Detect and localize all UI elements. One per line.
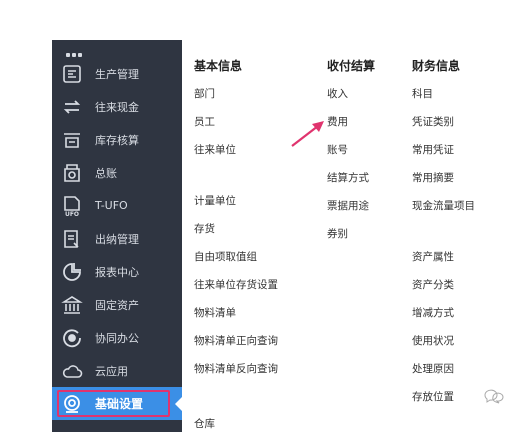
sidebar-item-label: 云应用 xyxy=(95,364,128,378)
menu-item-free-value-group[interactable]: 自由项取值组 xyxy=(194,249,257,264)
watermark-logo-icon xyxy=(484,389,504,404)
transfer-arrows-icon xyxy=(61,96,83,118)
menu-item-cash-flow-item[interactable]: 现金流量项目 xyxy=(412,198,475,213)
sidebar-item-label: 固定资产 xyxy=(95,298,139,312)
menu-item-currency-denomination[interactable]: 券别 xyxy=(327,226,348,241)
bank-building-icon xyxy=(61,294,83,316)
menu-item-common-summary[interactable]: 常用摘要 xyxy=(412,170,454,185)
menu-item-employee[interactable]: 员工 xyxy=(194,114,215,129)
column-heading-settlement: 收付结算 xyxy=(327,59,376,73)
menu-item-storage-location[interactable]: 存放位置 xyxy=(412,389,454,404)
menu-item-income[interactable]: 收入 xyxy=(327,86,348,101)
menu-item-stock-item[interactable]: 存货 xyxy=(194,221,215,236)
sidebar-item-transactions[interactable]: 往来现金 xyxy=(52,90,182,123)
inventory-icon xyxy=(61,129,83,151)
sidebar-item-label: 总账 xyxy=(95,166,117,180)
menu-item-unit-of-measure[interactable]: 计量单位 xyxy=(194,193,236,208)
menu-item-voucher-type[interactable]: 凭证类别 xyxy=(412,114,454,129)
menu-item-bom[interactable]: 物料清单 xyxy=(194,305,236,320)
menu-item-disposal-reason[interactable]: 处理原因 xyxy=(412,361,454,376)
menu-item-asset-attribute[interactable]: 资产属性 xyxy=(412,249,454,264)
sidebar-item-label: 基础设置 xyxy=(95,397,144,411)
svg-text:UFO: UFO xyxy=(65,211,79,217)
menu-item-subject[interactable]: 科目 xyxy=(412,86,433,101)
menu-item-warehouse[interactable]: 仓库 xyxy=(194,416,215,431)
sidebar-nav: 生产管理 往来现金 库存核算 总账 UFO T-UFO 出纳管理 报表中心 固定… xyxy=(52,40,182,432)
ledger-icon xyxy=(61,162,83,184)
menu-item-usage-status[interactable]: 使用状况 xyxy=(412,333,454,348)
sidebar-item-basic-settings[interactable]: 基础设置 xyxy=(52,387,182,420)
sidebar-item-label: 协同办公 xyxy=(95,331,139,345)
menu-item-asset-category[interactable]: 资产分类 xyxy=(412,277,454,292)
sidebar-item-production[interactable]: 生产管理 xyxy=(52,57,182,90)
menu-item-settlement-method[interactable]: 结算方式 xyxy=(327,170,369,185)
production-icon xyxy=(61,63,83,85)
sidebar-item-cloud-apps[interactable]: 云应用 xyxy=(52,354,182,387)
sidebar-item-label: 报表中心 xyxy=(95,265,139,279)
sidebar-item-inventory[interactable]: 库存核算 xyxy=(52,123,182,156)
active-indicator-notch xyxy=(175,397,182,411)
sidebar-item-label: T-UFO xyxy=(95,199,128,212)
annotation-arrow-icon xyxy=(291,121,324,147)
menu-item-department[interactable]: 部门 xyxy=(194,86,215,101)
cloud-icon xyxy=(61,360,83,382)
sidebar-item-label: 生产管理 xyxy=(95,67,139,81)
ufo-report-icon: UFO xyxy=(61,195,83,217)
menu-item-expense[interactable]: 费用 xyxy=(327,114,348,129)
settings-icon xyxy=(61,393,83,415)
menu-item-bom-reverse-query[interactable]: 物料清单反向查询 xyxy=(194,361,278,376)
sidebar-item-reports[interactable]: 报表中心 xyxy=(52,255,182,288)
menu-item-bill-purpose[interactable]: 票据用途 xyxy=(327,198,369,213)
sidebar-item-collaboration[interactable]: 协同办公 xyxy=(52,321,182,354)
menu-item-bom-forward-query[interactable]: 物料清单正向查询 xyxy=(194,333,278,348)
sidebar-item-label: 往来现金 xyxy=(95,100,139,114)
sidebar-item-tufo[interactable]: UFO T-UFO xyxy=(52,189,182,222)
column-heading-basic-info: 基本信息 xyxy=(194,59,243,73)
pie-report-icon xyxy=(61,261,83,283)
cashier-icon xyxy=(61,228,83,250)
sidebar-item-label: 出纳管理 xyxy=(95,232,139,246)
menu-item-partner-stock-setting[interactable]: 往来单位存货设置 xyxy=(194,277,278,292)
collaboration-icon xyxy=(61,327,83,349)
sidebar-item-cashier[interactable]: 出纳管理 xyxy=(52,222,182,255)
sidebar-item-label: 库存核算 xyxy=(95,133,139,147)
menu-item-change-method[interactable]: 增减方式 xyxy=(412,305,454,320)
menu-item-account-number[interactable]: 账号 xyxy=(327,142,348,157)
column-heading-finance-info: 财务信息 xyxy=(412,59,461,73)
sidebar-item-fixed-assets[interactable]: 固定资产 xyxy=(52,288,182,321)
collapsed-item-stub xyxy=(66,42,86,57)
menu-item-common-voucher[interactable]: 常用凭证 xyxy=(412,142,454,157)
menu-item-partner[interactable]: 往来单位 xyxy=(194,142,236,157)
sidebar-item-ledger[interactable]: 总账 xyxy=(52,156,182,189)
